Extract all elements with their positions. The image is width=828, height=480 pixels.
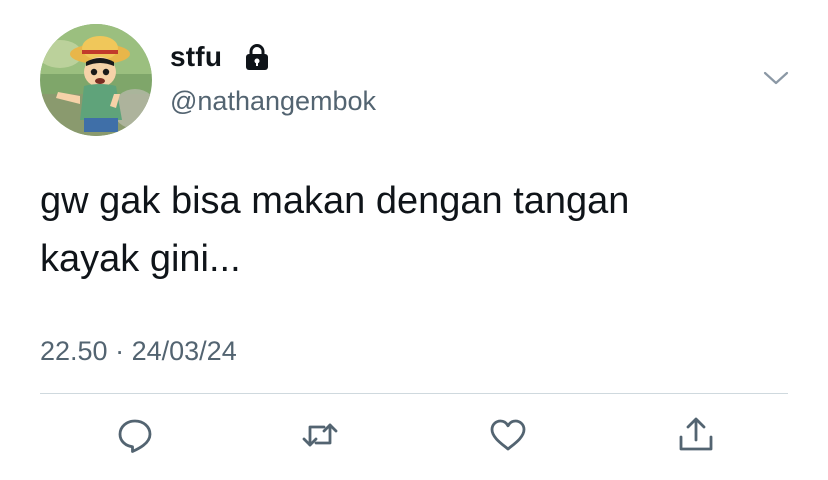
avatar-image	[40, 24, 152, 136]
display-name[interactable]: stfu	[170, 40, 222, 74]
like-button[interactable]	[488, 415, 528, 455]
more-options-button[interactable]	[760, 62, 792, 94]
tweet-text-line: gw gak bisa makan dengan tangan	[40, 180, 630, 222]
chevron-down-icon	[763, 71, 789, 85]
tweet-timestamp[interactable]: 22.50 · 24/03/24	[40, 334, 237, 368]
avatar[interactable]	[40, 24, 152, 136]
share-button[interactable]	[676, 415, 716, 455]
share-icon	[679, 417, 713, 451]
retweet-icon	[302, 423, 338, 447]
user-handle[interactable]: @nathangembok	[170, 84, 376, 118]
lock-icon	[242, 42, 272, 72]
timestamp-separator: ·	[115, 336, 125, 366]
tweet-text: gw gak bisa makan dengan tangan kayak gi…	[40, 172, 790, 288]
retweet-button[interactable]	[300, 415, 340, 455]
reply-icon	[118, 419, 152, 453]
tweet-date: 24/03/24	[131, 336, 237, 366]
tweet-text-line: kayak gini...	[40, 238, 241, 280]
heart-icon	[490, 419, 526, 451]
reply-button[interactable]	[115, 415, 155, 455]
divider	[40, 393, 788, 394]
tweet-time: 22.50	[40, 336, 108, 366]
